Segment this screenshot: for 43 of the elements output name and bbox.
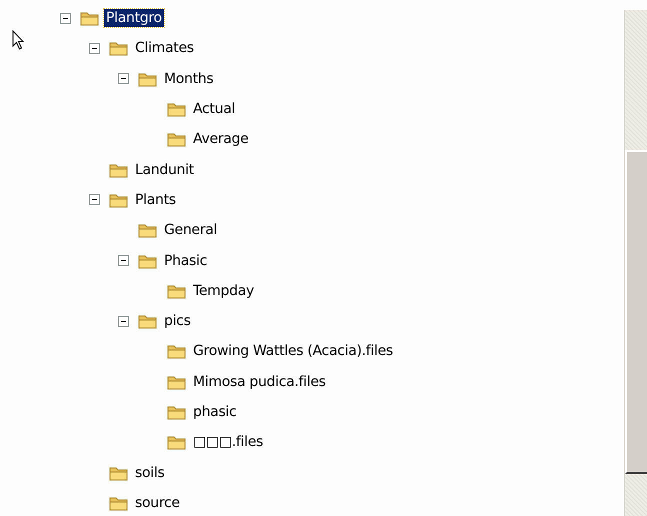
tree-item[interactable]: General xyxy=(162,221,220,240)
tree-item[interactable]: Phasic xyxy=(162,252,209,270)
folder-icon xyxy=(167,343,187,360)
collapse-toggle[interactable] xyxy=(89,194,100,206)
tree-item[interactable]: pics xyxy=(162,312,193,330)
tree-item[interactable]: phasic xyxy=(191,403,238,421)
tree-item[interactable]: Growing Wattles (Acacia).files xyxy=(191,342,395,360)
folder-icon xyxy=(167,434,187,450)
pointer-icon xyxy=(12,30,25,51)
folder-icon xyxy=(167,374,187,390)
collapse-toggle[interactable] xyxy=(118,316,129,327)
tree-item[interactable]: Plantgro xyxy=(104,9,164,28)
collapse-toggle[interactable] xyxy=(118,73,129,84)
tree-item[interactable]: Months xyxy=(162,70,216,88)
tree-item[interactable]: Actual xyxy=(191,100,238,118)
scrollbar-thumb[interactable] xyxy=(625,150,647,474)
folder-icon xyxy=(138,252,158,269)
folder-icon xyxy=(138,313,158,330)
folder-icon xyxy=(109,464,129,481)
folder-icon xyxy=(167,131,187,148)
tree-item[interactable]: □□□.files xyxy=(191,433,266,452)
folder-icon xyxy=(109,494,129,511)
folder-icon xyxy=(167,282,187,299)
folder-icon xyxy=(109,192,129,208)
folder-icon xyxy=(109,40,129,56)
scrollbar[interactable] xyxy=(624,10,647,516)
tree-item[interactable]: Tempday xyxy=(191,282,256,300)
folder-icon xyxy=(167,101,187,118)
folder-icon xyxy=(80,10,100,26)
collapse-toggle[interactable] xyxy=(60,12,71,24)
tree-item[interactable]: Landunit xyxy=(133,160,196,179)
collapse-toggle[interactable] xyxy=(89,42,100,54)
collapse-toggle[interactable] xyxy=(118,255,129,266)
folder-icon xyxy=(138,222,158,238)
tree-item[interactable]: source xyxy=(133,494,182,512)
folder-icon xyxy=(138,70,158,87)
tree-item[interactable]: Mimosa pudica.files xyxy=(191,372,328,391)
tree-item[interactable]: soils xyxy=(133,464,166,482)
folder-icon xyxy=(167,404,187,420)
tree-item[interactable]: Plants xyxy=(133,190,178,209)
folder-icon xyxy=(109,162,129,178)
tree-item[interactable]: Average xyxy=(191,130,250,148)
tree-item[interactable]: Climates xyxy=(133,39,196,58)
